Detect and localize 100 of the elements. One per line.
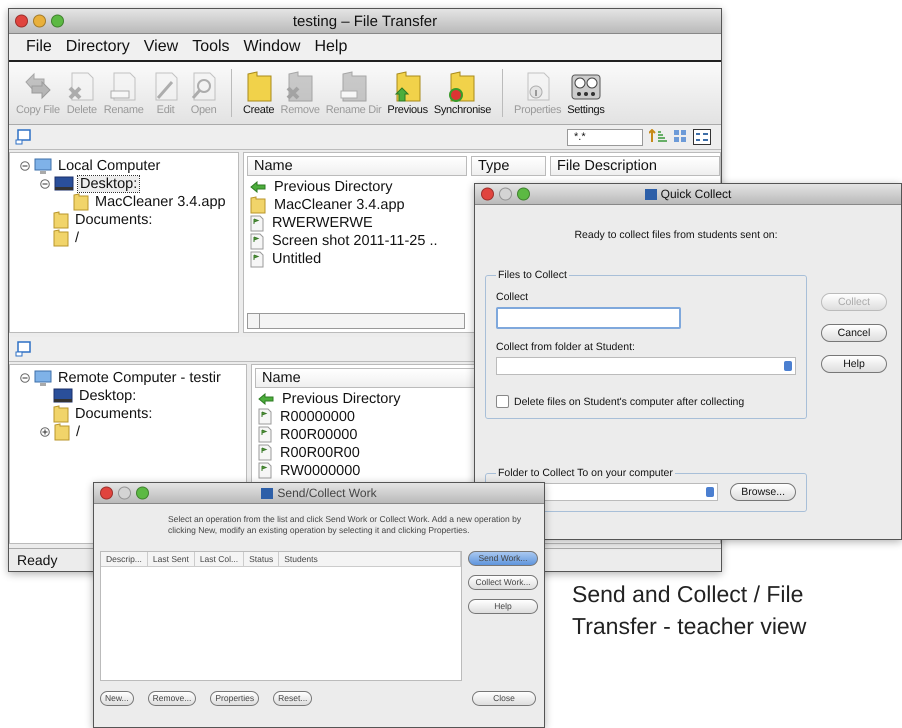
horizontal-scrollbar[interactable] xyxy=(247,312,465,328)
file-name[interactable]: Untitled xyxy=(272,251,322,267)
toolbar-button[interactable]: Previous xyxy=(384,70,431,116)
file-name[interactable]: R00R00000 xyxy=(280,426,358,442)
file-name[interactable]: RWERWERWE xyxy=(272,215,373,231)
tree-item[interactable]: MacCleaner 3.4.app xyxy=(93,194,228,210)
zoom-button[interactable] xyxy=(136,486,149,500)
minimize-button[interactable] xyxy=(499,188,512,200)
left-arrow-icon xyxy=(258,392,274,404)
collapse-toggle[interactable] xyxy=(40,179,50,189)
document-icon xyxy=(250,214,264,232)
document-icon xyxy=(258,408,272,425)
expand-toggle[interactable] xyxy=(40,426,50,436)
column-header[interactable]: Descrip... xyxy=(101,552,148,566)
tree-item[interactable]: Local Computer xyxy=(56,158,162,174)
document-icon xyxy=(250,250,264,268)
column-header[interactable]: Last Sent xyxy=(148,552,195,566)
menu-item[interactable]: Window xyxy=(236,38,308,56)
folder-icon xyxy=(53,404,69,422)
document-icon xyxy=(258,426,272,443)
column-header[interactable]: Name xyxy=(255,368,475,388)
icon-view-icon[interactable] xyxy=(673,129,687,143)
toolbar-button[interactable]: Settings xyxy=(564,70,608,116)
dialog-button[interactable]: Cancel xyxy=(821,324,887,342)
tree-item[interactable]: Documents: xyxy=(73,212,154,228)
dialog-button[interactable]: Help xyxy=(821,355,887,373)
toolbar-button[interactable]: Create xyxy=(240,70,278,116)
dialog-message: Ready to collect files from students sent on: xyxy=(573,229,779,241)
computer-icon xyxy=(34,368,52,386)
document-icon xyxy=(250,232,264,250)
menu-item[interactable]: File xyxy=(19,38,59,56)
minimize-button[interactable] xyxy=(118,486,131,500)
file-name[interactable]: Screen shot 2011-11-25 .. xyxy=(272,233,438,249)
checkbox[interactable] xyxy=(496,395,509,408)
menu-item[interactable]: Tools xyxy=(185,38,237,56)
window-title: Quick Collect xyxy=(660,187,732,201)
minimize-button[interactable] xyxy=(33,14,46,28)
dialog-button[interactable]: Reset... xyxy=(273,690,312,706)
sort-icon[interactable] xyxy=(649,129,667,143)
toolbar-button[interactable]: Synchronise xyxy=(430,70,494,116)
file-name[interactable]: MacCleaner 3.4.app xyxy=(274,197,405,213)
folder-icon xyxy=(53,229,69,247)
close-button[interactable] xyxy=(15,14,28,28)
menu-item[interactable]: Directory xyxy=(58,38,137,56)
window-title: testing – File Transfer xyxy=(292,12,438,30)
tree-item[interactable]: Documents: xyxy=(73,406,154,422)
folder-icon xyxy=(54,422,70,440)
dialog-button[interactable]: Help xyxy=(468,598,538,614)
zoom-button[interactable] xyxy=(517,188,530,200)
document-icon xyxy=(258,444,272,461)
app-icon xyxy=(644,188,657,200)
field-label: Collect xyxy=(496,291,530,303)
caption-text: Send and Collect / File Transfer - teacher view xyxy=(572,580,808,641)
desktop-icon xyxy=(54,176,74,192)
group-legend: Files to Collect xyxy=(496,269,569,281)
tree-item[interactable]: / xyxy=(74,424,82,440)
column-header[interactable]: Last Col... xyxy=(194,552,244,566)
dialog-button[interactable]: Send Work... xyxy=(468,550,538,566)
folder-icon xyxy=(73,193,89,211)
group-legend: Folder to Collect To on your computer xyxy=(496,467,675,479)
column-header[interactable]: Students xyxy=(279,552,461,566)
collapse-toggle[interactable] xyxy=(20,161,30,171)
zoom-button[interactable] xyxy=(51,14,64,28)
file-name[interactable]: R00000000 xyxy=(280,408,355,424)
collect-field[interactable] xyxy=(496,307,681,329)
dialog-button[interactable]: New... xyxy=(100,690,134,706)
tree-item[interactable]: Remote Computer - testir xyxy=(56,370,223,386)
tree-item[interactable]: Desktop: xyxy=(78,176,140,192)
desktop-icon xyxy=(53,388,73,404)
folder-dropdown[interactable] xyxy=(496,357,796,375)
close-button[interactable]: Close xyxy=(472,690,536,706)
column-header[interactable]: Type xyxy=(471,156,546,176)
computer-icon xyxy=(15,340,31,356)
menu-item[interactable]: View xyxy=(136,38,186,56)
close-button[interactable] xyxy=(100,486,113,500)
field-label: Collect from folder at Student: xyxy=(496,341,636,353)
file-name[interactable]: Previous Directory xyxy=(282,390,400,406)
file-name[interactable]: R00R00R00 xyxy=(280,444,360,460)
collapse-toggle[interactable] xyxy=(20,372,30,382)
dialog-button[interactable]: Properties xyxy=(210,690,260,706)
tree-item[interactable]: Desktop: xyxy=(77,388,138,404)
window-title: Send/Collect Work xyxy=(277,486,377,500)
left-arrow-icon xyxy=(250,181,266,193)
column-header[interactable]: Status xyxy=(244,552,280,566)
menu-item[interactable]: Help xyxy=(307,38,354,56)
dialog-button[interactable]: Collect Work... xyxy=(468,574,538,590)
list-view-icon[interactable] xyxy=(693,129,711,145)
computer-icon xyxy=(15,129,31,145)
browse-button[interactable]: Browse... xyxy=(730,483,796,501)
filter-field[interactable]: *.* xyxy=(567,128,643,146)
file-name[interactable]: RW0000000 xyxy=(280,462,360,478)
dialog-button[interactable]: Remove... xyxy=(148,690,196,706)
app-icon xyxy=(261,488,274,498)
column-header[interactable]: Name xyxy=(247,156,467,176)
column-header[interactable]: File Description xyxy=(550,156,720,176)
checkbox-label[interactable]: Delete files on Student's computer after collecting xyxy=(514,396,744,408)
folder-icon xyxy=(53,211,69,229)
tree-item[interactable]: / xyxy=(73,230,82,246)
file-name[interactable]: Previous Directory xyxy=(274,179,392,195)
close-button[interactable] xyxy=(481,188,494,200)
